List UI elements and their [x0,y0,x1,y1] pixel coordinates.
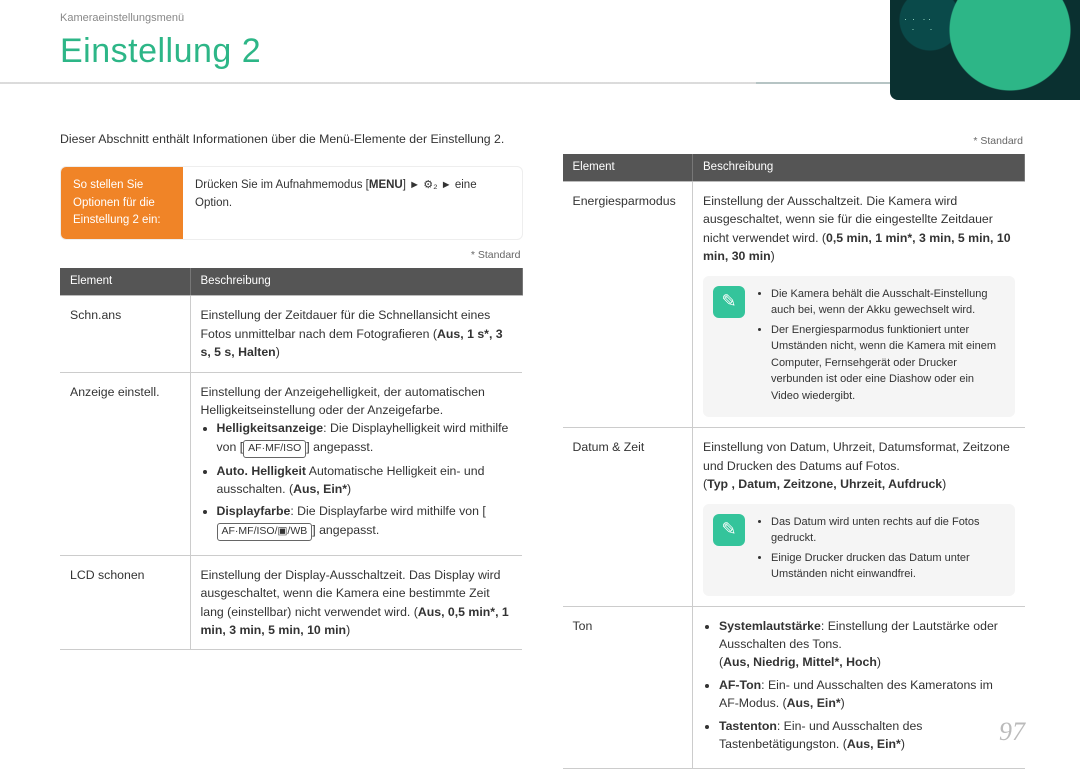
gear-icon: ⚙ [423,177,433,194]
callout-text: Drücken Sie im Aufnahmemodus [ [195,179,369,191]
desc-close: ) [771,249,775,263]
desc-text: ] angepasst. [312,523,379,537]
desc-text: ] angepasst. [306,440,373,454]
table-row: Anzeige einstell. Einstellung der Anzeig… [60,372,522,555]
decor-corner: · · · · · · [890,0,1080,100]
callout-box: So stellen Sie Optionen für die Einstell… [60,166,523,240]
row-desc: Einstellung der Display-Ausschaltzeit. D… [190,555,522,650]
desc-close: ) [901,737,905,751]
list-item: Auto. Helligkeit Automatische Helligkeit… [217,462,513,499]
opt-name: Tastenton [719,719,777,733]
row-desc: Einstellung der Zeitdauer für die Schnel… [190,296,522,372]
menu-key: MENU [369,179,403,191]
row-label: Datum & Zeit [563,428,693,606]
row-label: Anzeige einstell. [60,372,190,555]
list-item: AF-Ton: Ein- und Ausschalten des Kamerat… [719,676,1015,713]
opt-name: Displayfarbe [217,504,291,518]
intro-text: Dieser Abschnitt enthält Informationen ü… [60,130,523,148]
desc-text: Einstellung von Datum, Uhrzeit, Datumsfo… [703,440,1010,472]
desc-close: ) [841,696,845,710]
list-item: Displayfarbe: Die Displayfarbe wird mith… [217,502,513,540]
opt-name: Auto. Helligkeit [217,464,307,478]
th-description: Beschreibung [190,268,522,296]
table-row: Schn.ans Einstellung der Zeitdauer für d… [60,296,522,372]
note-box: ✎ Die Kamera behält die Ausschalt-Einste… [703,276,1015,418]
row-desc: Systemlautstärke: Einstellung der Lautst… [693,606,1025,768]
callout-label: So stellen Sie Optionen für die Einstell… [61,167,183,239]
standard-note: * Standard [563,134,1024,150]
opt-name: Helligkeitsanzeige [217,421,324,435]
row-desc: Einstellung der Ausschaltzeit. Die Kamer… [693,182,1025,428]
table-row: Datum & Zeit Einstellung von Datum, Uhrz… [563,428,1025,606]
opts: Aus, Ein* [293,482,347,496]
desc-text: : Die Displayfarbe wird mithilfe von [ [290,504,485,518]
paren: ) [942,477,946,491]
list-item: Helligkeitsanzeige: Die Displayhelligkei… [217,419,513,457]
th-description: Beschreibung [693,154,1025,182]
table-row: LCD schonen Einstellung der Display-Auss… [60,555,522,650]
desc-close: ) [276,345,280,359]
opts: Aus, Ein* [787,696,841,710]
opts: Aus, Niedrig, Mittel*, Hoch [723,655,877,669]
th-element: Element [60,268,190,296]
note-icon: ✎ [713,286,745,318]
table-row: Energiesparmodus Einstellung der Ausscha… [563,182,1025,428]
desc-text: Einstellung der Anzeigehelligkeit, der a… [201,383,513,420]
note-box: ✎ Das Datum wird unten rechts auf die Fo… [703,504,1015,596]
list-item: Systemlautstärke: Einstellung der Lautst… [719,617,1015,672]
row-desc: Einstellung der Anzeigehelligkeit, der a… [190,372,522,555]
opts: Aus, Ein* [847,737,901,751]
page-title: Einstellung 2 [60,32,261,71]
row-label: Ton [563,606,693,768]
table-row: Ton Systemlautstärke: Einstellung der La… [563,606,1025,768]
key-afmfiso: AF·MF/ISO [243,440,306,458]
standard-note: * Standard [60,248,521,264]
desc-close: ) [347,482,351,496]
right-column: * Standard Element Beschreibung Energies… [563,130,1026,769]
key-afmf-full: AF·MF/ISO/▣/WB [217,523,313,541]
breadcrumb: Kameraeinstellungsmenü [60,12,184,24]
note-item: Das Datum wird unten rechts auf die Foto… [771,514,1003,547]
note-item: Einige Drucker drucken das Datum unter U… [771,550,1003,583]
left-table: Element Beschreibung Schn.ans Einstellun… [60,268,523,650]
desc-close: ) [346,623,350,637]
gear-sub: ₂ [433,179,437,191]
th-element: Element [563,154,693,182]
right-table: Element Beschreibung Energiesparmodus Ei… [563,154,1026,769]
note-item: Die Kamera behält die Ausschalt-Einstell… [771,286,1003,319]
row-label: Energiesparmodus [563,182,693,428]
opts: Typ , Datum, Zeitzone, Uhrzeit, Aufdruck [707,477,942,491]
paren: ) [877,655,881,669]
arrow-icon: ► [409,179,420,191]
page-header: Kameraeinstellungsmenü Einstellung 2 · ·… [0,0,1080,110]
opt-name: Systemlautstärke [719,619,821,633]
row-label: LCD schonen [60,555,190,650]
row-label: Schn.ans [60,296,190,372]
desc-text: : Ein- und Ausschalten des Kameratons im… [719,678,993,710]
arrow-icon: ► [441,179,452,191]
page-number: 97 [999,717,1025,747]
list-item: Tastenton: Ein- und Ausschalten des Tast… [719,717,1015,754]
row-desc: Einstellung von Datum, Uhrzeit, Datumsfo… [693,428,1025,606]
content-area: Dieser Abschnitt enthält Informationen ü… [0,110,1080,769]
left-column: Dieser Abschnitt enthält Informationen ü… [60,130,523,769]
note-icon: ✎ [713,514,745,546]
note-item: Der Energiesparmodus funktioniert unter … [771,322,1003,405]
callout-instruction: Drücken Sie im Aufnahmemodus [MENU] ► ⚙₂… [183,167,522,239]
opt-name: AF-Ton [719,678,761,692]
